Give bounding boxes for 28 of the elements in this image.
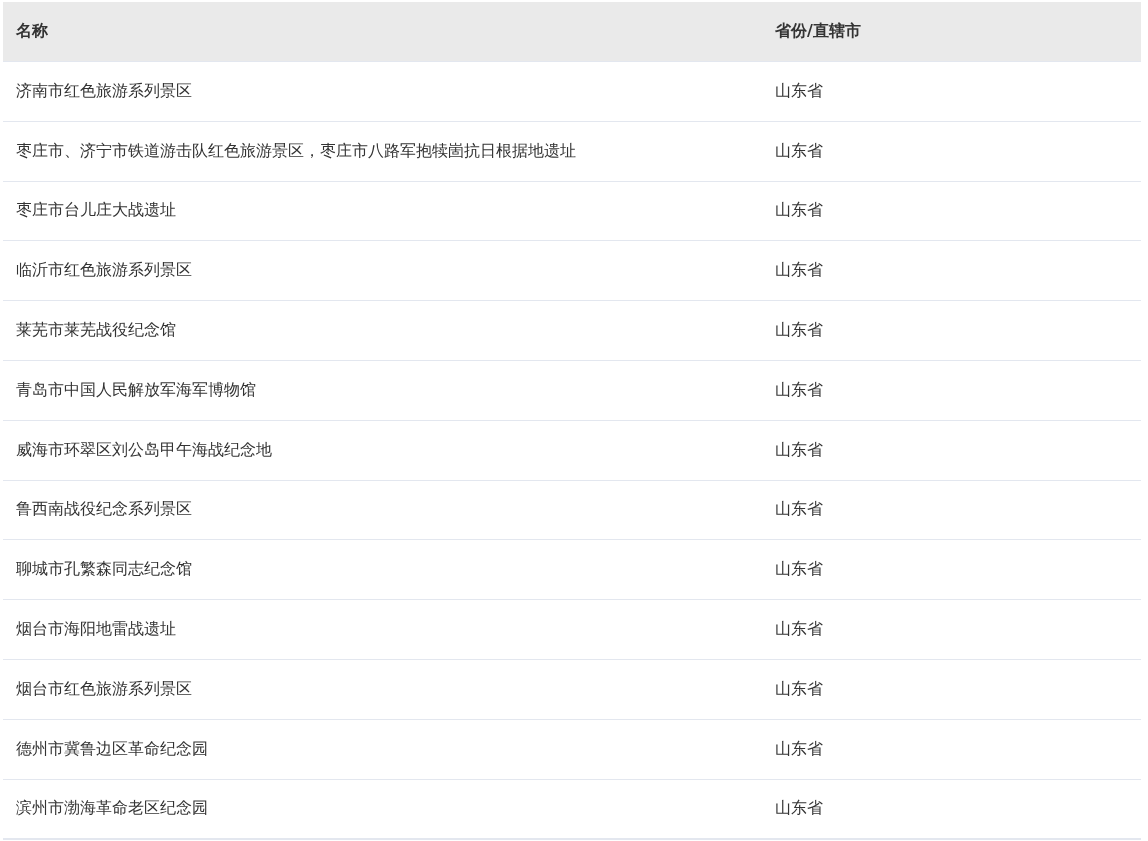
table-cell: 枣庄市台儿庄大战遗址 [16, 200, 176, 220]
table-cell: 山东省 [775, 499, 823, 519]
table-cell: 山东省 [775, 379, 823, 399]
table-cell: 山东省 [775, 798, 823, 818]
table-cell: 山东省 [775, 439, 823, 459]
table-cell: 临沂市红色旅游系列景区 [16, 260, 192, 280]
table-cell: 山东省 [775, 619, 823, 639]
table-cell: 青岛市中国人民解放军海军博物馆 [16, 379, 256, 399]
table-cell: 山东省 [775, 559, 823, 579]
table-cell: 山东省 [775, 738, 823, 758]
column-header: 名称 [16, 21, 48, 40]
table-cell: 烟台市红色旅游系列景区 [16, 678, 192, 698]
table-cell: 德州市冀鲁边区革命纪念园 [16, 738, 208, 758]
table-cell: 山东省 [775, 678, 823, 698]
table-cell: 山东省 [775, 80, 823, 100]
table-cell: 山东省 [775, 140, 823, 160]
table-cell: 山东省 [775, 260, 823, 280]
table-cell: 山东省 [775, 320, 823, 340]
table-cell: 莱芜市莱芜战役纪念馆 [16, 320, 176, 340]
column-header: 省份/直辖市 [775, 21, 861, 40]
table-cell: 枣庄市、济宁市铁道游击队红色旅游景区，枣庄市八路军抱犊崮抗日根据地遗址 [16, 140, 576, 160]
table-cell: 济南市红色旅游系列景区 [16, 80, 192, 100]
table-cell: 山东省 [775, 200, 823, 220]
table-cell: 威海市环翠区刘公岛甲午海战纪念地 [16, 439, 272, 459]
table-cell: 鲁西南战役纪念系列景区 [16, 499, 192, 519]
table-cell: 滨州市渤海革命老区纪念园 [16, 798, 208, 818]
table-cell: 聊城市孔繁森同志纪念馆 [16, 559, 192, 579]
table-cell: 烟台市海阳地雷战遗址 [16, 619, 176, 639]
